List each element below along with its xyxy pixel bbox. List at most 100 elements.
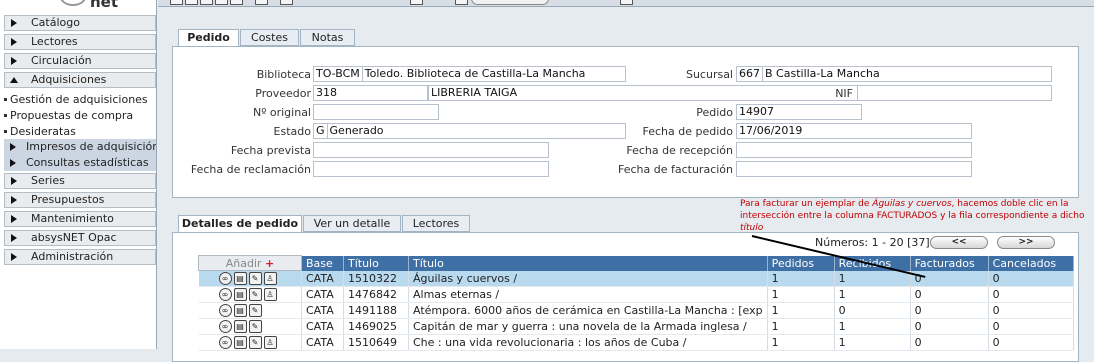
cell-base[interactable]: CATA [301, 318, 344, 335]
cell-id[interactable]: 1469025 [343, 318, 409, 335]
sidebar-item-mantenimiento[interactable]: Mantenimiento [4, 211, 156, 227]
table-row[interactable]: ∞ ▤ ✎ ♙ CATA 1510322 Águilas y cuervos /1 1 0 0 [198, 270, 1074, 287]
cell-pedidos[interactable]: 1 [767, 334, 835, 351]
cell-base[interactable]: CATA [301, 286, 344, 303]
user-icon[interactable]: ♙ [263, 288, 277, 302]
toolbar-exit-icon[interactable] [620, 0, 633, 5]
cell-base[interactable]: CATA [301, 270, 344, 287]
cell-recibidos[interactable]: 1 [834, 318, 911, 335]
tab-costes[interactable]: Costes [240, 29, 299, 46]
user-icon[interactable]: ♙ [263, 336, 277, 350]
document-icon[interactable]: ▤ [233, 320, 247, 334]
cell-titulo[interactable]: Capitán de mar y guerra : una novela de … [408, 318, 768, 335]
cell-id[interactable]: 1510322 [343, 270, 409, 287]
pedido-field[interactable]: 14907 [736, 104, 862, 120]
pager-prev-button[interactable]: << [930, 236, 988, 249]
tab-notas[interactable]: Notas [300, 29, 355, 46]
col-header-pedidos[interactable]: Pedidos [767, 255, 835, 271]
view-icon[interactable]: ∞ [218, 336, 232, 350]
toolbar-tool-icon[interactable] [230, 0, 243, 5]
toolbar-open-icon[interactable] [185, 0, 198, 5]
toolbar-stats-icon[interactable] [455, 0, 468, 5]
cell-titulo[interactable]: Águilas y cuervos / [408, 270, 768, 287]
cell-recibidos[interactable]: 1 [834, 270, 911, 287]
document-icon[interactable]: ▤ [233, 272, 247, 286]
tab-ver-detalle[interactable]: Ver un detalle [303, 215, 401, 232]
biblioteca-field[interactable]: TO-BCM Toledo. Biblioteca de Castilla-La … [313, 66, 626, 82]
fecha-facturacion-field[interactable] [736, 161, 972, 177]
view-icon[interactable]: ∞ [218, 288, 232, 302]
sidebar-item-presupuestos[interactable]: Presupuestos [4, 192, 156, 208]
cell-recibidos[interactable]: 0 [834, 302, 911, 319]
cell-recibidos[interactable]: 1 [834, 286, 911, 303]
cell-cancelados[interactable]: 0 [988, 270, 1074, 287]
user-icon[interactable]: ♙ [263, 272, 277, 286]
proveedor-code-field[interactable]: 318 [313, 85, 428, 101]
sucursal-field[interactable]: 667 B Castilla-La Mancha [736, 66, 1052, 82]
cell-facturados[interactable]: 0 [910, 302, 989, 319]
cell-titulo[interactable]: Che : una vida revolucionaria : los años… [408, 334, 768, 351]
cell-titulo[interactable]: Almas eternas / [408, 286, 768, 303]
sidebar-item-circulacion[interactable]: Circulación [4, 53, 156, 69]
fecha-prevista-field[interactable] [313, 142, 549, 158]
document-icon[interactable]: ▤ [233, 288, 247, 302]
sidebar-item-series[interactable]: Series [4, 173, 156, 189]
cell-base[interactable]: CATA [301, 302, 344, 319]
cell-cancelados[interactable]: 0 [988, 286, 1074, 303]
toolbar-print-icon[interactable] [200, 0, 213, 5]
cell-cancelados[interactable]: 0 [988, 318, 1074, 335]
view-icon[interactable]: ∞ [218, 320, 232, 334]
col-header-titulo[interactable]: Título [408, 255, 768, 271]
cell-pedidos[interactable]: 1 [767, 302, 835, 319]
cell-titulo[interactable]: Atémpora. 6000 años de cerámica en Casti… [408, 302, 768, 319]
cell-facturados[interactable]: 0 [910, 286, 989, 303]
fecha-reclamacion-field[interactable] [313, 161, 549, 177]
edit-icon[interactable]: ✎ [248, 320, 262, 334]
sidebar-item-opac[interactable]: absysNET Opac [4, 230, 156, 246]
col-header-cancelados[interactable]: Cancelados [988, 255, 1074, 271]
table-row[interactable]: ∞ ▤ ✎ ♙ CATA 1476842 Almas eternas /1 1 0 0 [198, 286, 1074, 303]
cell-cancelados[interactable]: 0 [988, 302, 1074, 319]
cell-pedidos[interactable]: 1 [767, 318, 835, 335]
sidebar-item-catalogo[interactable]: Catálogo [4, 15, 156, 31]
add-button[interactable]: Añadir + [198, 255, 302, 271]
sidebar-subitem-gestion[interactable]: Gestión de adquisiciones [2, 92, 156, 107]
table-row[interactable]: ∞ ▤ ✎ CATA 1491188 Atémpora. 6000 años de cer… [198, 302, 1074, 319]
sidebar-subitem-propuestas[interactable]: Propuestas de compra [2, 108, 156, 123]
table-row[interactable]: ∞ ▤ ✎ ♙ CATA 1510649 Che : una vida revolucion… [198, 334, 1074, 351]
edit-icon[interactable]: ✎ [248, 272, 262, 286]
cell-pedidos[interactable]: 1 [767, 286, 835, 303]
fecha-pedido-field[interactable]: 17/06/2019 [736, 123, 972, 139]
toolbar-select[interactable] [471, 0, 549, 5]
edit-icon[interactable]: ✎ [248, 336, 262, 350]
document-icon[interactable]: ▤ [233, 304, 247, 318]
col-header-base[interactable]: Base [301, 255, 344, 271]
cell-pedidos[interactable]: 1 [767, 270, 835, 287]
cell-facturados[interactable]: 0 [910, 270, 989, 287]
cell-id[interactable]: 1491188 [343, 302, 409, 319]
edit-icon[interactable]: ✎ [248, 288, 262, 302]
col-header-facturados[interactable]: Facturados [910, 255, 989, 271]
tab-pedido[interactable]: Pedido [178, 29, 239, 47]
sidebar-item-administracion[interactable]: Administración [4, 249, 156, 265]
cell-facturados[interactable]: 0 [910, 318, 989, 335]
tab-detalles-pedido[interactable]: Detalles de pedido [178, 215, 302, 233]
sidebar-group-impresos[interactable]: Impresos de adquisición [4, 139, 156, 155]
col-header-titulo-id[interactable]: Título [343, 255, 409, 271]
sidebar-subitem-desideratas[interactable]: Desideratas [2, 124, 156, 139]
fecha-recepcion-field[interactable] [736, 142, 972, 158]
sidebar-item-lectores[interactable]: Lectores [4, 34, 156, 50]
view-icon[interactable]: ∞ [218, 272, 232, 286]
sidebar-group-consultas[interactable]: Consultas estadísticas [4, 155, 156, 171]
cell-recibidos[interactable]: 1 [834, 334, 911, 351]
pager-next-button[interactable]: >> [997, 236, 1055, 249]
nif-field[interactable] [857, 85, 1052, 101]
tab-lectores[interactable]: Lectores [402, 215, 470, 232]
toolbar-list-icon[interactable] [280, 0, 293, 5]
cell-facturados[interactable]: 0 [910, 334, 989, 351]
cell-id[interactable]: 1510649 [343, 334, 409, 351]
view-icon[interactable]: ∞ [218, 304, 232, 318]
sidebar-item-adquisiciones[interactable]: Adquisiciones [4, 72, 156, 88]
document-icon[interactable]: ▤ [233, 336, 247, 350]
table-row[interactable]: ∞ ▤ ✎ CATA 1469025 Capitán de mar y guerra : … [198, 318, 1074, 335]
